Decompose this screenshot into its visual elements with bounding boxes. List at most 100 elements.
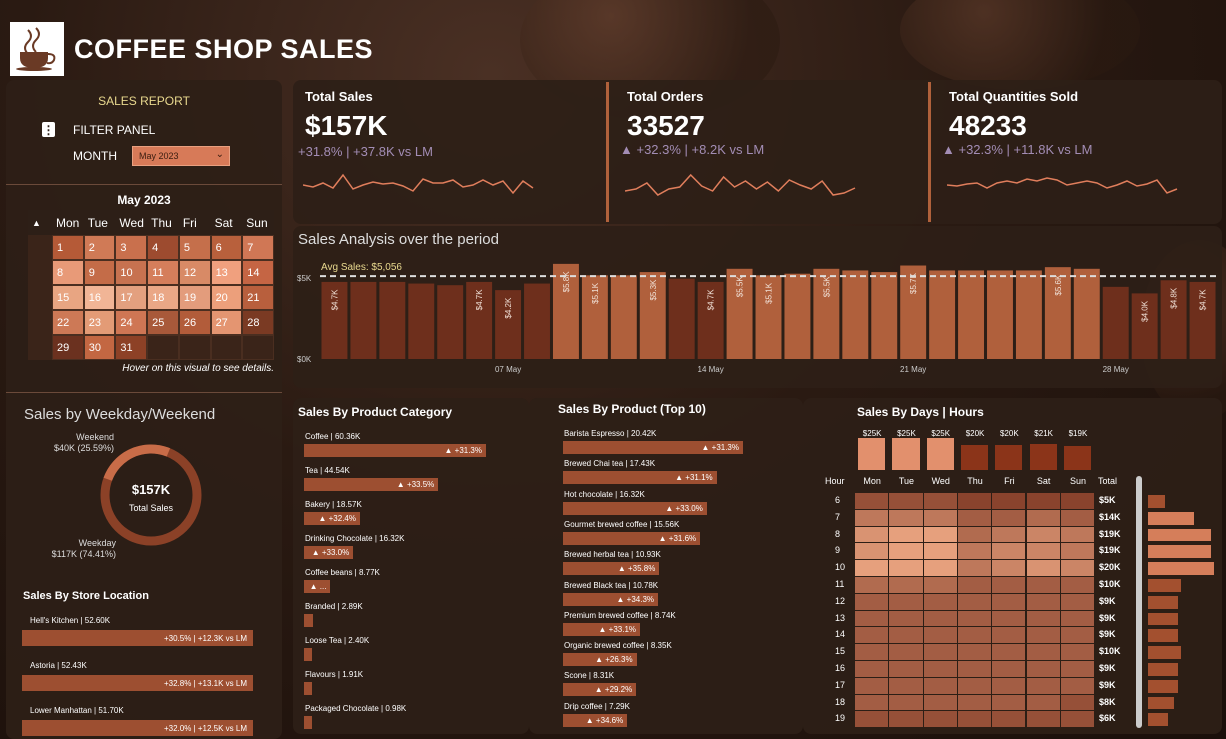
- sales-bar[interactable]: [437, 285, 464, 359]
- heatmap-cell[interactable]: [957, 694, 992, 711]
- heatmap-cell[interactable]: [1026, 711, 1060, 728]
- calendar-day[interactable]: 8: [52, 260, 84, 285]
- calendar-day[interactable]: 7: [242, 235, 274, 260]
- heatmap-cell[interactable]: [923, 661, 957, 677]
- heatmap-cell[interactable]: [957, 644, 992, 660]
- list-item-bar[interactable]: ▲ +32.4%: [304, 512, 360, 525]
- calendar-day[interactable]: 21: [242, 285, 274, 310]
- heatmap-cell[interactable]: [992, 509, 1026, 526]
- store-bar[interactable]: +32.8% | +13.1K vs LM: [22, 675, 253, 691]
- heatmap-cell[interactable]: [1060, 577, 1095, 593]
- heatmap-cell[interactable]: [855, 711, 889, 728]
- heatmap-cell[interactable]: [1060, 526, 1095, 543]
- heatmap-cell[interactable]: [889, 593, 923, 610]
- list-item-bar[interactable]: ▲ +34.6%: [563, 713, 628, 727]
- heatmap-cell[interactable]: [889, 493, 923, 509]
- heatmap-cell[interactable]: [855, 627, 889, 644]
- heatmap-cell[interactable]: [992, 661, 1026, 677]
- sales-bar[interactable]: [350, 281, 377, 359]
- heatmap-cell[interactable]: [957, 677, 992, 694]
- heatmap-cell[interactable]: [855, 493, 889, 509]
- list-item-bar[interactable]: ▲ +31.3%: [563, 441, 743, 454]
- calendar-day[interactable]: 24: [115, 310, 148, 335]
- calendar-day[interactable]: 25: [147, 310, 179, 335]
- calendar-day[interactable]: 26: [178, 310, 211, 335]
- heatmap-cell[interactable]: [855, 677, 889, 694]
- heatmap-cell[interactable]: [1026, 593, 1060, 610]
- list-item-bar[interactable]: ▲ +31.1%: [563, 471, 717, 485]
- month-dropdown[interactable]: May 2023 ⌄: [132, 146, 230, 166]
- calendar-day[interactable]: 28: [242, 310, 274, 335]
- calendar-day[interactable]: 14: [242, 260, 274, 285]
- heatmap-cell[interactable]: [1060, 610, 1095, 627]
- heatmap-cell[interactable]: [923, 526, 957, 543]
- list-item-bar[interactable]: ▲ +31.6%: [563, 531, 701, 545]
- calendar-day[interactable]: 12: [178, 260, 211, 285]
- heatmap-scrollbar[interactable]: [1136, 476, 1142, 728]
- heatmap-cell[interactable]: [923, 543, 957, 560]
- heatmap-cell[interactable]: [889, 711, 923, 728]
- heatmap-cell[interactable]: [889, 644, 923, 660]
- filter-panel-toggle[interactable]: ⋮ FILTER PANEL: [42, 122, 155, 137]
- calendar-day[interactable]: 22: [52, 310, 84, 335]
- heatmap-cell[interactable]: [992, 694, 1026, 711]
- heatmap-cell[interactable]: [889, 577, 923, 593]
- sales-bar[interactable]: [1015, 270, 1042, 359]
- heatmap-cell[interactable]: [1060, 694, 1095, 711]
- list-item-bar[interactable]: ▲ +26.3%: [563, 653, 637, 667]
- sales-bar[interactable]: [784, 273, 811, 359]
- list-item-bar[interactable]: ▲ +34.3%: [563, 592, 659, 606]
- heatmap-cell[interactable]: [923, 509, 957, 526]
- heatmap-cell[interactable]: [957, 661, 992, 677]
- heatmap-cell[interactable]: [923, 577, 957, 593]
- heatmap-cell[interactable]: [1026, 493, 1060, 509]
- list-item-bar[interactable]: [304, 648, 312, 661]
- sales-bar[interactable]: [668, 278, 695, 359]
- calendar-day[interactable]: 3: [115, 235, 148, 260]
- heatmap-cell[interactable]: [1026, 577, 1060, 593]
- heatmap-cell[interactable]: [923, 711, 957, 728]
- heatmap-cell[interactable]: [957, 509, 992, 526]
- sales-bar-chart[interactable]: $5K $0K $4.7K $4.7K $4.2K $5.8K $5.1K $5.3K $4.7…: [293, 226, 1222, 388]
- heatmap-cell[interactable]: [855, 577, 889, 593]
- heatmap-cell[interactable]: [992, 644, 1026, 660]
- heatmap-cell[interactable]: [889, 526, 923, 543]
- heatmap-cell[interactable]: [992, 560, 1026, 576]
- calendar-day[interactable]: 23: [83, 310, 116, 335]
- heatmap-cell[interactable]: [957, 577, 992, 593]
- heatmap-cell[interactable]: [889, 509, 923, 526]
- calendar-day[interactable]: 2: [83, 235, 116, 260]
- heatmap-cell[interactable]: [992, 677, 1026, 694]
- calendar-day[interactable]: 30: [83, 335, 116, 360]
- heatmap-cell[interactable]: [1060, 644, 1095, 660]
- heatmap-cell[interactable]: [889, 627, 923, 644]
- heatmap-cell[interactable]: [855, 661, 889, 677]
- store-bar[interactable]: +32.0% | +12.5K vs LM: [22, 720, 253, 736]
- heatmap-cell[interactable]: [1026, 627, 1060, 644]
- sales-bar[interactable]: [610, 275, 637, 359]
- heatmap-cell[interactable]: [957, 610, 992, 627]
- list-item-bar[interactable]: [304, 716, 312, 729]
- list-item-bar[interactable]: ▲ +33.0%: [563, 501, 707, 515]
- heatmap-cell[interactable]: [889, 610, 923, 627]
- heatmap-cell[interactable]: [992, 493, 1026, 509]
- list-item-bar[interactable]: ▲ +33.5%: [304, 478, 439, 491]
- calendar-day[interactable]: 16: [83, 285, 116, 310]
- heatmap-cell[interactable]: [957, 560, 992, 576]
- calendar-day[interactable]: 17: [115, 285, 148, 310]
- heatmap-cell[interactable]: [957, 526, 992, 543]
- list-item-bar[interactable]: ▲ +29.2%: [563, 683, 637, 697]
- heatmap-cell[interactable]: [992, 543, 1026, 560]
- calendar-day[interactable]: 9: [83, 260, 116, 285]
- calendar-day[interactable]: 18: [147, 285, 179, 310]
- calendar-day[interactable]: 11: [147, 260, 179, 285]
- heatmap-cell[interactable]: [1026, 543, 1060, 560]
- heatmap-cell[interactable]: [923, 610, 957, 627]
- calendar-day[interactable]: 10: [115, 260, 148, 285]
- sales-bar[interactable]: [1102, 286, 1129, 359]
- heatmap-cell[interactable]: [1060, 543, 1095, 560]
- list-item-bar[interactable]: ▲ +33.0%: [304, 546, 354, 559]
- sales-bar[interactable]: [987, 270, 1013, 359]
- sales-bar[interactable]: [958, 270, 985, 359]
- heatmap-cell[interactable]: [992, 526, 1026, 543]
